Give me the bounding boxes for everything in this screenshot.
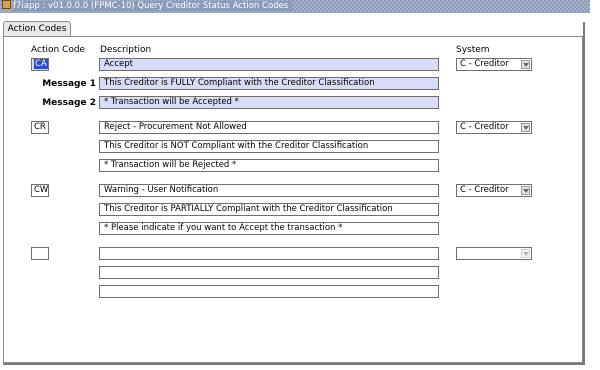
chevron-down-icon[interactable] <box>521 123 530 132</box>
message1-field[interactable]: This Creditor is PARTIALLY Compliant wit… <box>99 203 439 216</box>
app-icon <box>2 0 11 9</box>
chevron-down-icon[interactable] <box>521 60 530 69</box>
description-field[interactable]: Reject - Procurement Not Allowed <box>99 121 439 134</box>
system-select[interactable]: C - Creditor <box>456 184 532 197</box>
message2-field[interactable]: * Please indicate if you want to Accept … <box>99 222 439 235</box>
system-select-value: C - Creditor <box>460 185 509 195</box>
header-system: System <box>456 45 490 55</box>
action-code-field[interactable] <box>31 247 49 260</box>
chevron-down-icon[interactable] <box>521 249 530 258</box>
message2-label: Message 2 <box>42 98 96 108</box>
message2-field[interactable]: * Transaction will be Accepted * <box>99 96 439 109</box>
system-select-value: C - Creditor <box>460 122 509 132</box>
panel-shadow <box>3 363 585 365</box>
panel-shadow <box>583 22 585 365</box>
header-description: Description <box>100 45 152 55</box>
action-code-field[interactable]: CA <box>31 58 49 71</box>
window-titlebar[interactable]: f7iapp : v01.0.0.0 (FPMC-10) Query Credi… <box>0 0 590 13</box>
header-action-code: Action Code <box>31 45 86 55</box>
message2-field[interactable]: * Transaction will be Rejected * <box>99 159 439 172</box>
message1-label: Message 1 <box>42 79 96 89</box>
system-select-value: C - Creditor <box>460 59 509 69</box>
description-field[interactable]: Warning - User Notification <box>99 184 439 197</box>
action-code-field[interactable]: CR <box>31 121 49 134</box>
message2-field[interactable] <box>99 285 439 298</box>
system-select[interactable] <box>456 247 532 260</box>
action-code-field[interactable]: CW <box>31 184 49 197</box>
message1-field[interactable]: This Creditor is NOT Compliant with the … <box>99 140 439 153</box>
description-field[interactable]: Accept <box>99 58 439 71</box>
system-select[interactable]: C - Creditor <box>456 121 532 134</box>
window-title: f7iapp : v01.0.0.0 (FPMC-10) Query Credi… <box>13 1 293 11</box>
message1-field[interactable] <box>99 266 439 279</box>
system-select[interactable]: C - Creditor <box>456 58 532 71</box>
tab-action-codes[interactable]: Action Codes <box>3 21 71 37</box>
chevron-down-icon[interactable] <box>521 186 530 195</box>
action-code-value: CA <box>34 59 48 69</box>
message1-field[interactable]: This Creditor is FULLY Compliant with th… <box>99 77 439 90</box>
description-field[interactable] <box>99 247 439 260</box>
